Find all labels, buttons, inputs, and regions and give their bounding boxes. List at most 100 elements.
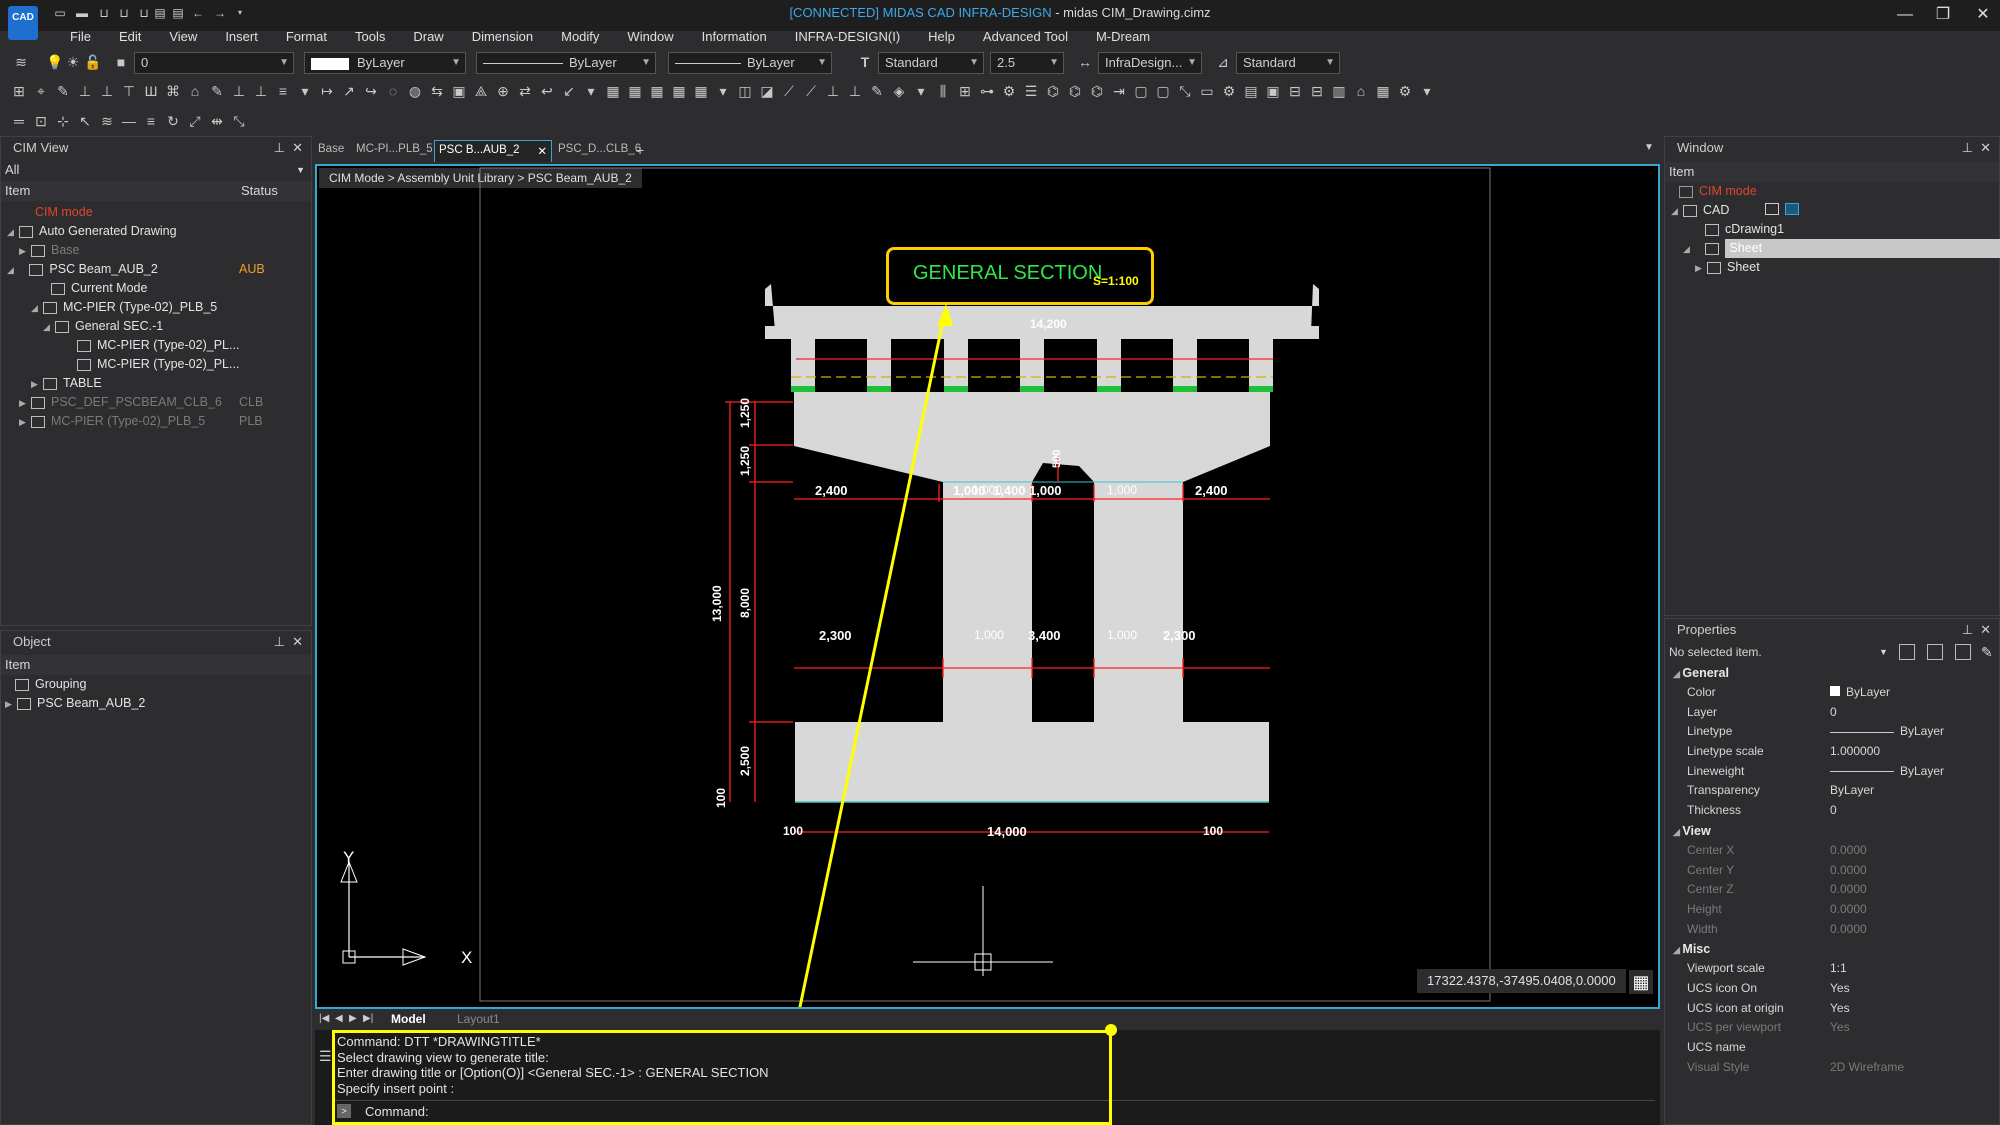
tool-icon[interactable]: ⌬ — [1066, 82, 1084, 100]
tree-item[interactable]: MC-PIER (Type-02)_PL... — [1, 355, 311, 374]
collapse-icon[interactable]: ▶ — [1695, 259, 1707, 278]
tabs-dropdown-icon[interactable]: ▼ — [1644, 142, 1654, 153]
prop-row[interactable]: Color ByLayer — [1665, 683, 1999, 703]
tree-item[interactable]: ▶ MC-PIER (Type-02)_PLB_5 PLB — [1, 412, 311, 431]
layout-view-icon[interactable] — [1785, 203, 1799, 215]
tool-icon[interactable]: ◈ — [890, 82, 908, 100]
tool-icon[interactable]: ⊥ — [98, 82, 116, 100]
tool-icon[interactable]: ⊶ — [978, 82, 996, 100]
tab-base[interactable]: Base — [318, 143, 344, 155]
tool-icon[interactable]: ⚙ — [1220, 82, 1238, 100]
tool-icon[interactable]: ✎ — [868, 82, 886, 100]
tool-icon[interactable]: ═ — [10, 112, 28, 130]
menu-help[interactable]: Help — [914, 26, 969, 48]
prop-section-misc[interactable]: ◢ Misc — [1665, 939, 1999, 959]
tool-icon[interactable]: ⇆ — [428, 82, 446, 100]
tab-psc-beam-active[interactable]: PSC B...AUB_2 ✕ — [434, 140, 552, 162]
menu-advanced-tool[interactable]: Advanced Tool — [969, 26, 1082, 48]
tool-icon[interactable]: ⚙ — [1396, 82, 1414, 100]
tool-icon[interactable]: ◫ — [736, 82, 754, 100]
prop-row[interactable]: Linetype scale 1.000000 — [1665, 742, 1999, 762]
text-height-select[interactable]: 2.5 ▼ — [990, 52, 1064, 74]
collapse-icon[interactable]: ▶ — [19, 394, 31, 413]
tool-icon[interactable]: ≋ — [98, 112, 116, 130]
menu-tools[interactable]: Tools — [341, 26, 399, 48]
menu-format[interactable]: Format — [272, 26, 341, 48]
last-layout-icon[interactable]: ▶| — [363, 1013, 373, 1024]
tab-mc-pier[interactable]: MC-PI...PLB_5 — [356, 143, 433, 155]
cim-filter-select[interactable]: All ▼ — [1, 159, 311, 181]
prop-row[interactable]: Viewport scale 1:1 — [1665, 959, 1999, 979]
tool-icon[interactable]: ▣ — [1264, 82, 1282, 100]
menu-modify[interactable]: Modify — [547, 26, 613, 48]
tool-icon[interactable]: Ш — [142, 82, 160, 100]
tool-icon[interactable]: ⇥ — [1110, 82, 1128, 100]
prop-row[interactable]: Lineweight ByLayer — [1665, 762, 1999, 782]
close-button[interactable]: ✕ — [1966, 3, 2000, 27]
collapse-icon[interactable]: ▶ — [5, 695, 17, 714]
tool-icon[interactable]: ⌂ — [186, 82, 204, 100]
tree-item[interactable]: ▶ Base — [1, 241, 311, 260]
tab-layout1[interactable]: Layout1 — [457, 1012, 500, 1026]
tool-icon[interactable]: ✎ — [54, 82, 72, 100]
tool-icon[interactable]: ≡ — [142, 112, 160, 130]
pin-icon[interactable]: ⊥ — [1962, 619, 1973, 641]
tool-icon[interactable]: ⊡ — [32, 112, 50, 130]
tool-icon[interactable]: ▾ — [714, 82, 732, 100]
tool-icon[interactable]: ⤡ — [1176, 82, 1194, 100]
next-layout-icon[interactable]: ▶ — [349, 1013, 357, 1024]
tool-icon[interactable]: ✎ — [208, 82, 226, 100]
tree-item[interactable]: CIM mode — [1, 203, 311, 222]
tool-icon[interactable]: ↦ — [318, 82, 336, 100]
prop-row[interactable]: Transparency ByLayer — [1665, 781, 1999, 801]
tool-icon[interactable]: ⌬ — [1088, 82, 1106, 100]
pin-icon[interactable]: ⊥ — [1962, 137, 1973, 159]
menu-insert[interactable]: Insert — [211, 26, 272, 48]
tree-item[interactable]: ▶ Sheet — [1665, 258, 1999, 277]
prop-row[interactable]: Thickness 0 — [1665, 801, 1999, 821]
table-style-icon[interactable]: ⊿ — [1214, 53, 1232, 71]
tool-icon[interactable]: ▤ — [1242, 82, 1260, 100]
first-layout-icon[interactable]: |◀ — [319, 1013, 329, 1024]
menu-dimension[interactable]: Dimension — [458, 26, 547, 48]
tree-item[interactable]: ◢ MC-PIER (Type-02)_PLB_5 — [1, 298, 311, 317]
tool-icon[interactable]: ⟋ — [802, 82, 820, 100]
prop-row[interactable]: UCS name — [1665, 1038, 1999, 1058]
dim-style-icon[interactable]: ↔ — [1076, 53, 1094, 71]
prop-section-view[interactable]: ◢ View — [1665, 821, 1999, 841]
command-menu-icon[interactable]: ☰ — [319, 1048, 332, 1065]
tool-icon[interactable]: ▾ — [582, 82, 600, 100]
tree-item[interactable]: ◢ General SEC.-1 — [1, 317, 311, 336]
quick-select-icon[interactable] — [1899, 644, 1915, 660]
drawing-viewport[interactable]: CIM Mode > Assembly Unit Library > PSC B… — [315, 164, 1660, 1009]
close-icon[interactable]: ✕ — [1980, 137, 1991, 159]
match-properties-icon[interactable]: ✎ — [1981, 641, 1993, 663]
tool-icon[interactable]: ▦ — [648, 82, 666, 100]
prop-row[interactable]: Layer 0 — [1665, 703, 1999, 723]
tool-icon[interactable]: ⇄ — [516, 82, 534, 100]
tool-icon[interactable]: ◍ — [406, 82, 424, 100]
layer-manager-icon[interactable]: ≋ — [12, 53, 30, 71]
tool-icon[interactable]: ⌖ — [32, 82, 50, 100]
tool-icon[interactable]: ⇹ — [208, 112, 226, 130]
tool-icon[interactable]: ⌂ — [1352, 82, 1370, 100]
selection-select[interactable]: No selected item. ▼ ✎ — [1665, 641, 1999, 663]
tool-icon[interactable]: ⊹ — [54, 112, 72, 130]
tool-icon[interactable]: ⊕ — [494, 82, 512, 100]
collapse-icon[interactable]: ▶ — [19, 242, 31, 261]
maximize-button[interactable]: ❐ — [1926, 3, 1960, 27]
tool-icon[interactable]: ▢ — [1132, 82, 1150, 100]
pin-icon[interactable]: ⊥ — [274, 631, 285, 653]
sun-icon[interactable]: ☀ — [64, 53, 82, 71]
dim-style-select[interactable]: InfraDesign... ▼ — [1098, 52, 1202, 74]
tool-icon[interactable]: ▾ — [912, 82, 930, 100]
lineweight-select[interactable]: ByLayer ▼ — [668, 52, 832, 74]
tool-icon[interactable]: ▦ — [670, 82, 688, 100]
menu-infra-design[interactable]: INFRA-DESIGN(I) — [781, 26, 914, 48]
tool-icon[interactable]: ⟋ — [780, 82, 798, 100]
tree-item[interactable]: ◢ CAD — [1665, 201, 1999, 220]
tool-icon[interactable]: ↖ — [76, 112, 94, 130]
pickadd-icon[interactable] — [1955, 644, 1971, 660]
tool-icon[interactable]: ⊥ — [252, 82, 270, 100]
tool-icon[interactable]: ⊟ — [1286, 82, 1304, 100]
